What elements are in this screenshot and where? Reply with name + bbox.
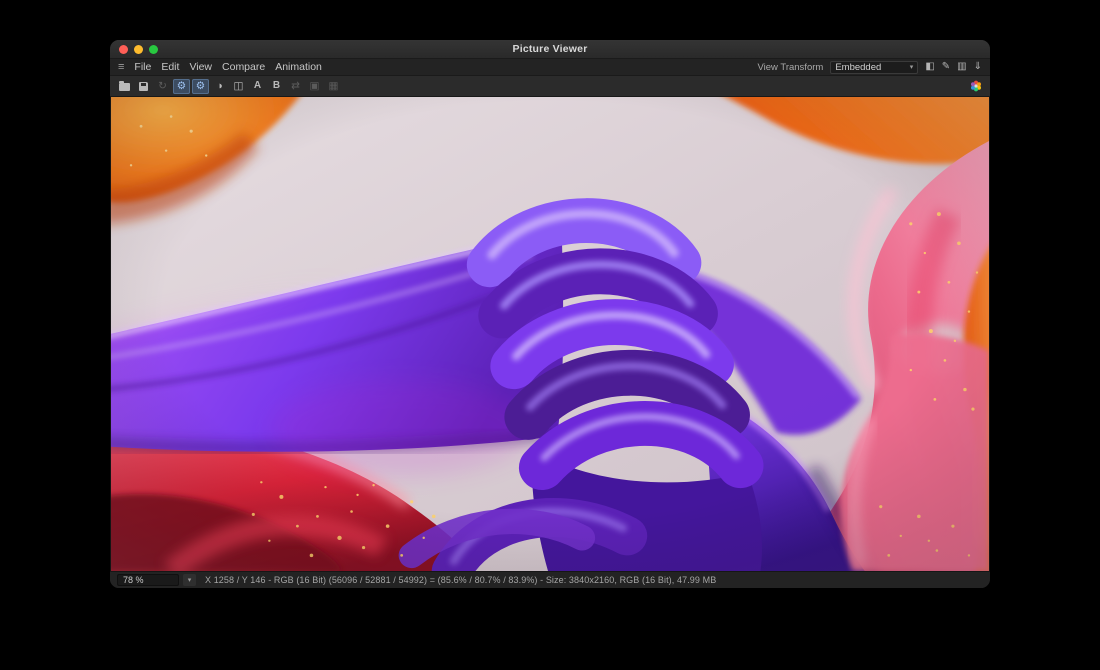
menubar: ≡ File Edit View Compare Animation View …	[110, 59, 990, 76]
statusbar: 78 % ▾ X 1258 / Y 146 - RGB (16 Bit) (56…	[110, 571, 990, 588]
download-icon[interactable]: ⇓	[974, 62, 982, 72]
close-button[interactable]	[119, 45, 128, 54]
mirror-icon: ◫	[234, 81, 244, 92]
save-image-button[interactable]	[135, 79, 152, 94]
contrast-button[interactable]: ◑	[211, 79, 228, 94]
refresh-icon: ↻	[158, 81, 167, 92]
traffic-lights	[119, 45, 158, 54]
gear-icon: ⚙	[196, 81, 205, 92]
desktop-background: Picture Viewer ≡ File Edit View Compare …	[0, 0, 1100, 670]
pixel-info-text: X 1258 / Y 146 - RGB (16 Bit) (56096 / 5…	[205, 575, 716, 585]
menu-animation[interactable]: Animation	[275, 62, 322, 73]
titlebar[interactable]: Picture Viewer	[110, 40, 990, 59]
panel-view-button[interactable]: ▦	[325, 79, 342, 94]
edit-icon[interactable]: ✎	[942, 62, 950, 72]
view-transform-select[interactable]: Embedded ▾	[830, 61, 918, 74]
display-settings-button[interactable]: ⚙	[173, 79, 190, 94]
maximize-button[interactable]	[149, 45, 158, 54]
version-b-button[interactable]: B	[268, 79, 285, 94]
menubar-right-group: View Transform Embedded ▾ ◧ ✎ ▥ ⇓	[757, 61, 982, 74]
minimize-button[interactable]	[134, 45, 143, 54]
swap-ab-button[interactable]: ⇄	[287, 79, 304, 94]
toolbar: ↻ ⚙ ⚙ ◑ ◫ A B ⇄ ▣ ▦	[110, 76, 990, 97]
layers-icon[interactable]: ▥	[957, 62, 966, 72]
grid-view-button[interactable]: ▣	[306, 79, 323, 94]
chevron-down-icon: ▾	[910, 63, 914, 71]
window-title: Picture Viewer	[110, 43, 990, 55]
open-file-button[interactable]	[116, 79, 133, 94]
version-a-button[interactable]: A	[249, 79, 266, 94]
view-transform-label: View Transform	[757, 62, 823, 73]
filter-settings-button[interactable]: ⚙	[192, 79, 209, 94]
menu-file[interactable]: File	[134, 62, 151, 73]
mirror-button[interactable]: ◫	[230, 79, 247, 94]
reload-button[interactable]: ↻	[154, 79, 171, 94]
view-transform-value: Embedded	[835, 62, 881, 73]
hamburger-menu-icon[interactable]: ≡	[118, 62, 124, 73]
split-view-icon[interactable]: ◧	[925, 62, 934, 72]
zoom-dropdown-button[interactable]: ▾	[183, 574, 196, 586]
color-profile-icon	[970, 80, 982, 92]
menu-view[interactable]: View	[189, 62, 212, 73]
color-profile-button[interactable]	[967, 79, 984, 94]
image-viewport[interactable]	[110, 97, 990, 571]
zoom-level-field[interactable]: 78 %	[117, 574, 179, 586]
menu-compare[interactable]: Compare	[222, 62, 265, 73]
rendered-image	[111, 97, 989, 571]
contrast-icon: ◑	[216, 81, 222, 92]
panel-icon: ▦	[329, 81, 339, 92]
menu-edit[interactable]: Edit	[161, 62, 179, 73]
gear-icon: ⚙	[177, 81, 186, 92]
save-icon	[139, 82, 148, 91]
picture-viewer-window: Picture Viewer ≡ File Edit View Compare …	[110, 40, 990, 588]
zoom-chevron-down-icon: ▾	[188, 576, 192, 584]
swap-icon: ⇄	[291, 81, 300, 92]
folder-icon	[119, 83, 130, 91]
grid-icon: ▣	[310, 81, 320, 92]
zoom-level-value: 78 %	[123, 575, 144, 585]
